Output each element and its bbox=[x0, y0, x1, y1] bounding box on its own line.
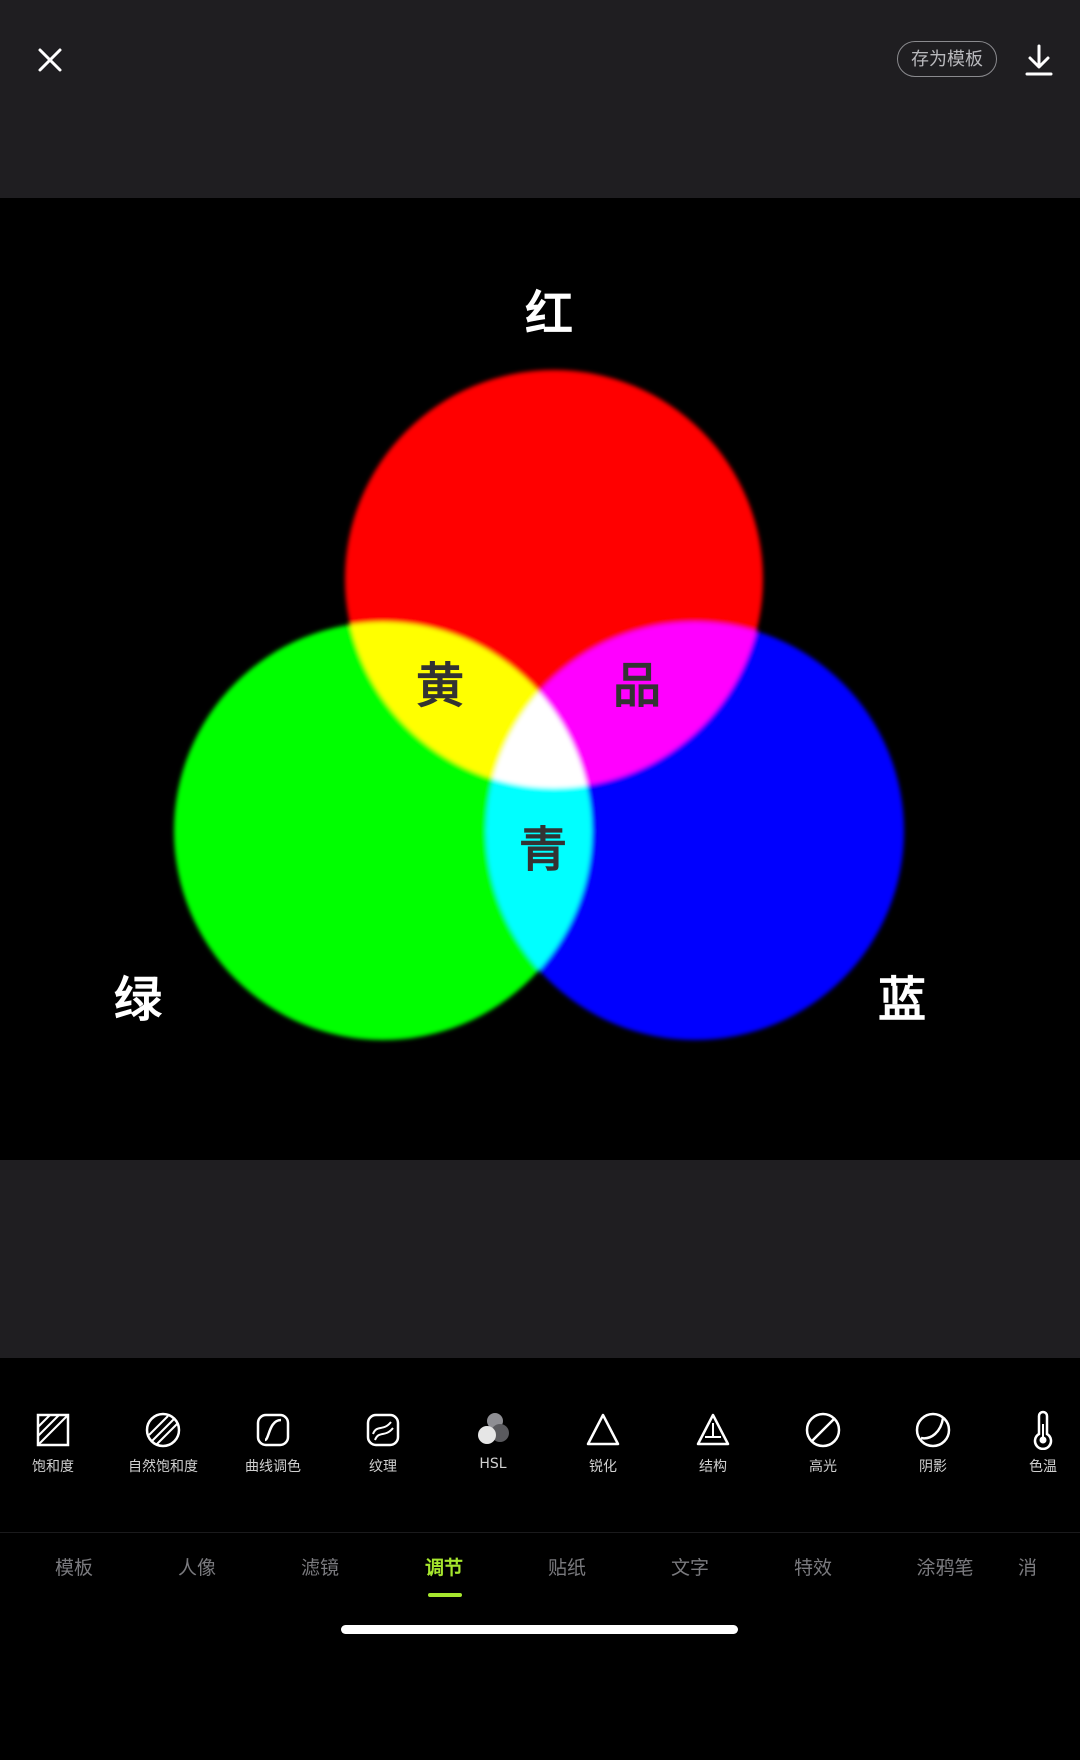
tool-label: 纹理 bbox=[369, 1459, 397, 1475]
label-red: 红 bbox=[525, 286, 573, 342]
tool-highlight[interactable]: 高光 bbox=[768, 1410, 878, 1490]
tab-sticker[interactable]: 贴纸 bbox=[517, 1553, 617, 1580]
tool-label: HSL bbox=[479, 1456, 507, 1472]
texture-icon bbox=[366, 1413, 400, 1447]
close-icon bbox=[38, 48, 62, 72]
top-bar: 存为模板 bbox=[0, 0, 1080, 198]
tool-label: 饱和度 bbox=[32, 1459, 74, 1475]
hsl-icon bbox=[478, 1413, 509, 1444]
download-icon bbox=[1025, 44, 1053, 76]
tab-portrait[interactable]: 人像 bbox=[147, 1553, 247, 1580]
tab-filter[interactable]: 滤镜 bbox=[270, 1553, 370, 1580]
highlight-icon bbox=[805, 1412, 841, 1448]
label-green: 绿 bbox=[114, 972, 163, 1028]
category-tabs[interactable]: 模板 人像 滤镜 调节 贴纸 文字 特效 涂鸦笔 消 bbox=[0, 1533, 1080, 1760]
tab-eraser[interactable]: 消 bbox=[1018, 1553, 1080, 1580]
saturation-icon bbox=[36, 1413, 70, 1447]
tool-curves[interactable]: 曲线调色 bbox=[218, 1410, 328, 1490]
tab-text[interactable]: 文字 bbox=[640, 1553, 740, 1580]
tool-texture[interactable]: 纹理 bbox=[328, 1410, 438, 1490]
tab-effects[interactable]: 特效 bbox=[763, 1553, 863, 1580]
download-button[interactable] bbox=[1019, 40, 1059, 80]
tool-label: 结构 bbox=[699, 1459, 727, 1475]
active-tab-indicator bbox=[428, 1593, 462, 1597]
tool-structure[interactable]: 结构 bbox=[658, 1410, 768, 1490]
curves-icon bbox=[256, 1413, 290, 1447]
adjust-toolbar[interactable]: 饱和度 自然饱和度 曲线调色 纹理 HSL 锐化 结构 高光 阴影 色温 bbox=[0, 1358, 1080, 1532]
temperature-icon bbox=[1033, 1410, 1053, 1450]
home-indicator[interactable] bbox=[341, 1625, 738, 1634]
label-yellow: 黄 bbox=[416, 658, 464, 714]
label-magenta: 品 bbox=[613, 658, 661, 714]
tool-shadow[interactable]: 阴影 bbox=[878, 1410, 988, 1490]
tool-label: 高光 bbox=[809, 1459, 837, 1475]
tool-label: 曲线调色 bbox=[245, 1459, 301, 1475]
tool-label: 自然饱和度 bbox=[128, 1459, 198, 1475]
tool-label: 锐化 bbox=[589, 1459, 617, 1475]
rgb-venn-image: 红 绿 蓝 黄 品 青 bbox=[114, 286, 926, 1040]
vibrance-icon bbox=[145, 1412, 181, 1448]
tab-doodle[interactable]: 涂鸦笔 bbox=[895, 1553, 995, 1580]
canvas-background bbox=[0, 1160, 1080, 1358]
editing-canvas[interactable]: 红 绿 蓝 黄 品 青 bbox=[0, 198, 1080, 1160]
tool-saturation[interactable]: 饱和度 bbox=[0, 1410, 108, 1490]
tab-template[interactable]: 模板 bbox=[24, 1553, 124, 1580]
label-cyan: 青 bbox=[519, 822, 567, 878]
tool-temperature[interactable]: 色温 bbox=[988, 1410, 1080, 1490]
tool-vibrance[interactable]: 自然饱和度 bbox=[108, 1410, 218, 1490]
tab-adjust[interactable]: 调节 bbox=[394, 1553, 494, 1580]
sharpen-icon bbox=[586, 1413, 620, 1446]
label-blue: 蓝 bbox=[878, 972, 926, 1028]
tool-label: 阴影 bbox=[919, 1459, 947, 1475]
close-button[interactable] bbox=[26, 36, 74, 84]
tool-hsl[interactable]: HSL bbox=[438, 1410, 548, 1490]
save-template-button[interactable]: 存为模板 bbox=[897, 41, 997, 77]
structure-icon bbox=[696, 1413, 730, 1446]
shadow-icon bbox=[915, 1412, 951, 1448]
tool-label: 色温 bbox=[1029, 1459, 1057, 1475]
tool-sharpen[interactable]: 锐化 bbox=[548, 1410, 658, 1490]
